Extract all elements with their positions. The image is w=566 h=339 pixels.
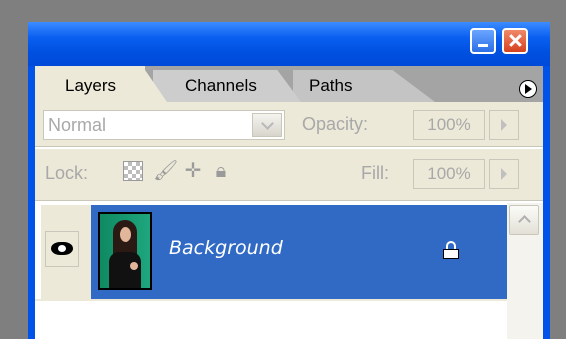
chevron-down-icon xyxy=(261,117,274,130)
thumbnail-figure-hand xyxy=(130,262,138,270)
thumbnail-figure-face xyxy=(120,227,131,242)
layer-item-selected[interactable]: Background xyxy=(91,205,507,299)
close-icon[interactable] xyxy=(502,28,528,54)
vertical-scrollbar[interactable] xyxy=(507,203,543,339)
lock-all-icon[interactable]: 🔒︎ xyxy=(209,159,233,183)
layers-palette: Paths Channels Layers Normal Opacity: 10… xyxy=(35,66,543,339)
lock-transparent-pixels-icon[interactable] xyxy=(123,161,143,181)
blend-mode-dropdown-button[interactable] xyxy=(252,113,282,137)
title-bar[interactable] xyxy=(28,22,550,66)
blend-opacity-row: Normal Opacity: 100% xyxy=(35,102,543,146)
layer-separator xyxy=(35,299,507,301)
lock-fill-row: Lock: 🖌︎ ✛ 🔒︎ Fill: 100% xyxy=(35,149,543,199)
palette-menu-icon[interactable] xyxy=(519,80,537,98)
visibility-toggle[interactable] xyxy=(45,231,79,267)
blend-mode-value: Normal xyxy=(48,115,107,135)
visibility-cell[interactable] xyxy=(41,205,91,299)
layers-list: Background xyxy=(35,203,543,339)
layer-thumbnail[interactable] xyxy=(98,212,152,290)
blend-mode-select[interactable]: Normal xyxy=(43,110,285,140)
opacity-label: Opacity: xyxy=(302,114,369,134)
fill-slider-button[interactable] xyxy=(489,159,519,189)
layer-lock-icon xyxy=(443,241,459,259)
opacity-slider-button[interactable] xyxy=(489,110,519,140)
layers-panel-window: Paths Channels Layers Normal Opacity: 10… xyxy=(28,22,550,339)
lock-label: Lock: xyxy=(45,163,89,183)
opacity-input[interactable]: 100% xyxy=(413,110,485,140)
chevron-up-icon xyxy=(518,215,531,228)
scroll-up-button[interactable] xyxy=(509,205,539,235)
thumbnail-figure-body xyxy=(109,252,141,288)
layer-row[interactable]: Background xyxy=(35,203,507,301)
tab-channels[interactable]: Channels xyxy=(153,70,301,102)
fill-label: Fill: xyxy=(361,163,389,183)
layer-name[interactable]: Background xyxy=(169,237,283,259)
fill-input[interactable]: 100% xyxy=(413,159,485,189)
lock-image-pixels-icon[interactable]: 🖌︎ xyxy=(153,159,178,183)
eye-icon xyxy=(51,242,73,255)
lock-position-icon[interactable]: ✛ xyxy=(181,159,205,183)
minimize-icon[interactable] xyxy=(470,28,496,54)
tab-strip: Paths Channels Layers xyxy=(35,66,543,102)
